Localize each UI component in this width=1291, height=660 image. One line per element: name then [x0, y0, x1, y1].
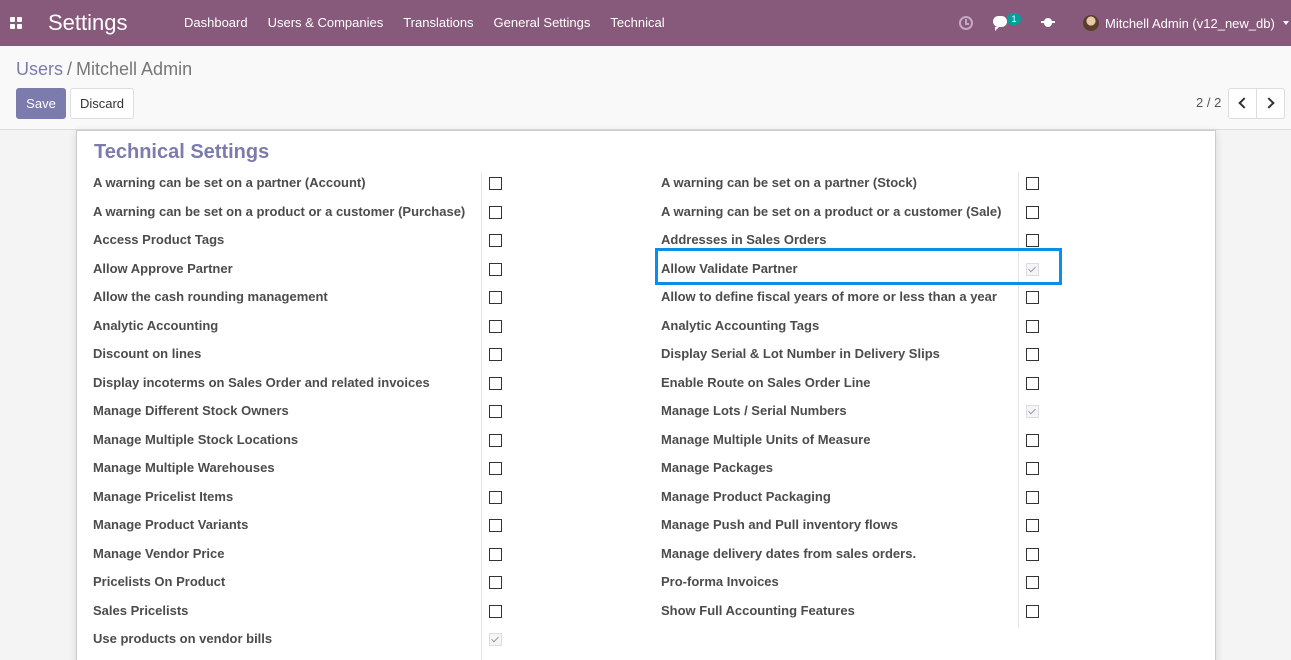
setting-checkbox[interactable]: [489, 234, 502, 247]
user-menu[interactable]: Mitchell Admin (v12_new_db): [1081, 0, 1291, 46]
setting-checkbox[interactable]: [489, 519, 502, 532]
setting-label: Manage Pricelist Items: [93, 489, 234, 504]
setting-label: A warning can be set on a partner (Stock…: [661, 175, 917, 190]
setting-checkbox[interactable]: [489, 291, 502, 304]
setting-checkbox[interactable]: [489, 320, 502, 333]
setting-label: Manage Product Packaging: [661, 489, 831, 504]
setting-label: Manage Packages: [661, 460, 774, 475]
setting-label: Manage Multiple Units of Measure: [661, 432, 871, 447]
breadcrumb-separator: /: [67, 59, 73, 79]
breadcrumb: Users / Mitchell Admin: [16, 59, 192, 80]
pager-value[interactable]: 2 / 2: [1196, 95, 1221, 110]
setting-label: A warning can be set on a product or a c…: [661, 204, 1002, 219]
menu-users-companies[interactable]: Users & Companies: [258, 0, 394, 46]
setting-label: Display Serial & Lot Number in Delivery …: [661, 346, 940, 361]
menu-technical[interactable]: Technical: [600, 0, 674, 46]
setting-label: Enable Route on Sales Order Line: [661, 375, 871, 390]
section-title: Technical Settings: [94, 141, 270, 163]
setting-checkbox[interactable]: [1026, 348, 1039, 361]
setting-label: Allow Validate Partner: [661, 261, 798, 276]
apps-menu-icon[interactable]: [10, 17, 22, 29]
setting-checkbox[interactable]: [489, 405, 502, 418]
setting-label: Show Full Accounting Features: [661, 603, 855, 618]
setting-checkbox[interactable]: [489, 491, 502, 504]
left-column-divider: [481, 172, 482, 660]
setting-checkbox[interactable]: [1026, 206, 1039, 219]
breadcrumb-users-link[interactable]: Users: [16, 59, 63, 79]
setting-label: Allow Approve Partner: [93, 261, 233, 276]
setting-checkbox[interactable]: [489, 377, 502, 390]
setting-label: Manage Product Variants: [93, 517, 249, 532]
setting-checkbox[interactable]: [1026, 519, 1039, 532]
breadcrumb-current: Mitchell Admin: [76, 59, 193, 79]
setting-label: Manage Push and Pull inventory flows: [661, 517, 898, 532]
setting-label: Manage Vendor Price: [93, 546, 225, 561]
menu-general-settings[interactable]: General Settings: [484, 0, 601, 46]
top-navbar: Settings Dashboard Users & Companies Tra…: [0, 0, 1291, 46]
setting-label: Manage delivery dates from sales orders.: [661, 546, 917, 561]
setting-checkbox[interactable]: [1026, 320, 1039, 333]
setting-checkbox[interactable]: [1026, 177, 1039, 190]
setting-label: Analytic Accounting Tags: [661, 318, 820, 333]
setting-label: A warning can be set on a product or a c…: [93, 204, 466, 219]
messages-icon[interactable]: [993, 16, 1007, 31]
caret-down-icon: [1282, 21, 1289, 25]
setting-label: Discount on lines: [93, 346, 202, 361]
menu-dashboard[interactable]: Dashboard: [174, 0, 258, 46]
setting-checkbox[interactable]: [1026, 263, 1039, 276]
setting-checkbox[interactable]: [489, 633, 502, 646]
pager-previous-button[interactable]: [1228, 88, 1257, 119]
main-menu: Dashboard Users & Companies Translations…: [174, 0, 675, 46]
setting-label: Analytic Accounting: [93, 318, 219, 333]
setting-label: Allow the cash rounding management: [93, 289, 328, 304]
pager-next-button[interactable]: [1256, 88, 1285, 119]
setting-checkbox[interactable]: [489, 348, 502, 361]
setting-label: Access Product Tags: [93, 232, 225, 247]
setting-checkbox[interactable]: [1026, 548, 1039, 561]
app-title: Settings: [48, 10, 128, 35]
setting-label: Pro-forma Invoices: [661, 574, 779, 589]
setting-checkbox[interactable]: [1026, 377, 1039, 390]
setting-checkbox[interactable]: [489, 263, 502, 276]
chevron-right-icon: [1263, 97, 1275, 109]
setting-checkbox[interactable]: [1026, 291, 1039, 304]
setting-checkbox[interactable]: [1026, 462, 1039, 475]
setting-checkbox[interactable]: [1026, 605, 1039, 618]
setting-label: Display incoterms on Sales Order and rel…: [93, 375, 430, 390]
menu-translations[interactable]: Translations: [393, 0, 483, 46]
setting-checkbox[interactable]: [1026, 234, 1039, 247]
avatar: [1083, 15, 1099, 31]
setting-label: Manage Multiple Warehouses: [93, 460, 275, 475]
setting-label: Sales Pricelists: [93, 603, 189, 618]
setting-label: Manage Multiple Stock Locations: [93, 432, 299, 447]
user-name: Mitchell Admin (v12_new_db): [1105, 15, 1275, 31]
setting-label: A warning can be set on a partner (Accou…: [93, 175, 366, 190]
setting-label: Manage Different Stock Owners: [93, 403, 289, 418]
setting-label: Pricelists On Product: [93, 574, 226, 589]
setting-checkbox[interactable]: [489, 206, 502, 219]
setting-checkbox[interactable]: [489, 434, 502, 447]
save-button[interactable]: Save: [16, 88, 66, 119]
setting-checkbox[interactable]: [1026, 491, 1039, 504]
setting-checkbox[interactable]: [489, 177, 502, 190]
right-column-divider: [1018, 172, 1019, 628]
setting-checkbox[interactable]: [489, 605, 502, 618]
setting-label: Manage Lots / Serial Numbers: [661, 403, 847, 418]
setting-checkbox[interactable]: [489, 548, 502, 561]
discard-button[interactable]: Discard: [70, 88, 134, 119]
messages-count-badge: 1: [1007, 13, 1021, 25]
setting-checkbox[interactable]: [1026, 405, 1039, 418]
setting-label: Use products on vendor bills: [93, 631, 273, 646]
setting-label: Addresses in Sales Orders: [661, 232, 827, 247]
debug-bug-icon[interactable]: [1041, 16, 1055, 27]
setting-checkbox[interactable]: [1026, 576, 1039, 589]
setting-checkbox[interactable]: [489, 462, 502, 475]
activity-clock-icon[interactable]: [959, 16, 973, 30]
setting-checkbox[interactable]: [1026, 434, 1039, 447]
setting-label: Allow to define fiscal years of more or …: [661, 289, 997, 304]
chevron-left-icon: [1238, 97, 1250, 109]
setting-checkbox[interactable]: [489, 576, 502, 589]
